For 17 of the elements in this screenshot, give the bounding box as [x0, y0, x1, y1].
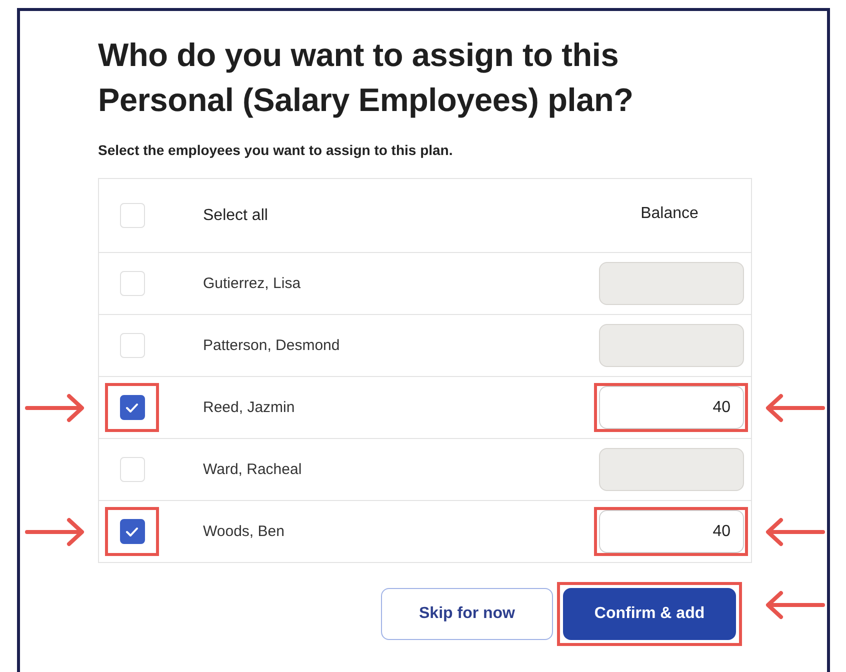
employee-name: Ward, Racheal	[203, 461, 303, 478]
skip-button[interactable]: Skip for now	[381, 588, 553, 640]
column-header: Balance	[640, 204, 700, 222]
employee-name: Patterson, Desmond	[203, 337, 341, 354]
check-icon	[125, 402, 139, 414]
select-all-label: Select all	[203, 206, 269, 224]
instructions: Select the employees you want to assign to this plan.	[97, 142, 454, 158]
employee-name: Gutierrez, Lisa	[203, 275, 302, 292]
balance-field[interactable]: 40	[598, 510, 744, 553]
balance-field[interactable]: 40	[598, 386, 744, 429]
check-icon	[125, 526, 139, 538]
checkbox[interactable]	[120, 395, 144, 420]
page-title: Who do you want to assign to this Personal (Salary Employees) plan?	[97, 36, 634, 120]
employee-name: Reed, Jazmin	[203, 399, 296, 416]
employee-name: Woods, Ben	[203, 523, 286, 540]
checkbox[interactable]	[120, 519, 144, 544]
confirm-button[interactable]: Confirm & add	[563, 588, 736, 640]
